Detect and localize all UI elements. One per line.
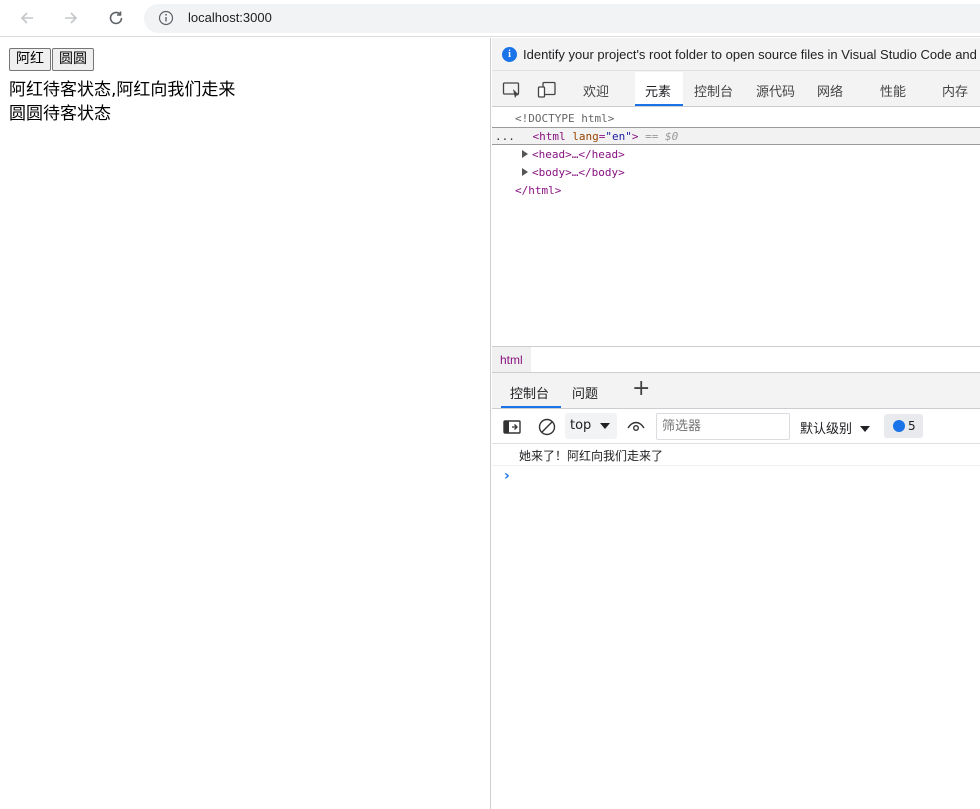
drawer-tab-console[interactable]: 控制台 [510,383,549,402]
html-end-tag: </html> [515,184,562,197]
log-level-selector[interactable]: 默认级别 [800,418,871,437]
console-message: 她来了！阿红向我们走来了 [492,446,980,466]
arrow-left-icon [20,12,33,24]
message-count: 5 [908,419,916,433]
clear-console-icon[interactable] [537,417,557,437]
html-tag-close: > [631,130,639,143]
tab-welcome[interactable]: 欢迎 [583,81,609,100]
reload-icon [109,11,123,25]
elements-tree: <!DOCTYPE html> ... <html lang="en"> == … [492,108,980,346]
sidebar-toggle-icon[interactable] [502,417,522,437]
url-text: localhost:3000 [188,10,272,25]
body-node[interactable]: <body>…</body> [492,164,980,182]
reload-button[interactable] [103,6,129,30]
browser-toolbar: localhost:3000 [0,0,980,37]
console-toolbar: top 筛选器 默认级别 5 [492,409,980,444]
back-button[interactable] [14,6,40,30]
chat-bubble-icon [893,420,905,432]
yuanyuan-button[interactable]: 圆圆 [52,48,94,71]
eye-icon[interactable] [626,417,646,437]
forward-button[interactable] [58,6,84,30]
head-tag: <head>…</head> [532,148,625,161]
tab-sources[interactable]: 源代码 [756,81,795,100]
address-bar[interactable]: localhost:3000 [144,4,980,33]
breadcrumb-bar: html [492,346,980,373]
dropdown-arrow-icon [860,426,871,432]
lang-attr: lang [572,130,599,143]
node-ellipsis[interactable]: ... [495,130,515,143]
dropdown-arrow-icon [600,423,610,429]
info-icon[interactable] [158,10,174,26]
html-close-node[interactable]: </html> [492,182,980,200]
head-node[interactable]: <head>…</head> [492,146,980,164]
tab-memory[interactable]: 内存 [942,81,968,100]
status-line-yuanyuan: 圆圆待客状态 [9,104,111,124]
device-toolbar-icon[interactable] [537,81,557,99]
context-selector[interactable]: top [565,413,617,439]
filter-input[interactable]: 筛选器 [656,413,790,440]
add-tab-icon[interactable]: + [632,378,650,400]
arrow-right-icon [65,12,78,24]
body-tag: <body>…</body> [532,166,625,179]
ahong-button[interactable]: 阿红 [9,48,51,71]
html-tag-open: <html [532,130,566,143]
expand-triangle-icon[interactable] [522,150,528,158]
tab-performance[interactable]: 性能 [880,81,906,100]
lang-value: "en" [605,130,632,143]
page-viewport: 阿红 圆圆 阿红待客状态,阿红向我们走来 圆圆待客状态 [0,38,491,809]
status-line-ahong: 阿红待客状态,阿红向我们走来 [9,80,236,100]
active-tab-underline [635,104,683,106]
banner-message: Identify your project's root folder to o… [523,47,977,62]
expand-triangle-icon[interactable] [522,168,528,176]
log-level-label: 默认级别 [800,422,853,437]
tab-network[interactable]: 网络 [817,81,843,100]
devtools-banner: i Identify your project's root folder to… [492,38,980,71]
tab-console[interactable]: 控制台 [694,81,733,100]
context-value: top [570,418,592,433]
doctype-text: <!DOCTYPE html> [515,112,615,125]
message-count-badge[interactable]: 5 [884,414,923,438]
button-row: 阿红 圆圆 [9,48,94,71]
devtools-tabbar: 欢迎 元素 控制台 源代码 网络 性能 内存 [492,71,980,107]
selected-marker: == $0 [645,130,679,143]
doctype-node[interactable]: <!DOCTYPE html> [492,110,980,128]
inspect-element-icon[interactable] [502,81,522,99]
console-prompt-icon[interactable]: › [504,468,510,484]
devtools-panel: i Identify your project's root folder to… [492,38,980,809]
drawer-tab-issues[interactable]: 问题 [572,383,598,402]
info-icon: i [502,47,517,62]
html-node[interactable]: ... <html lang="en"> == $0 [492,127,980,145]
tab-elements[interactable]: 元素 [645,81,671,100]
breadcrumb-html[interactable]: html [492,347,531,373]
drawer-active-underline [501,406,561,408]
drawer-tabbar: 控制台 问题 + [492,372,980,409]
